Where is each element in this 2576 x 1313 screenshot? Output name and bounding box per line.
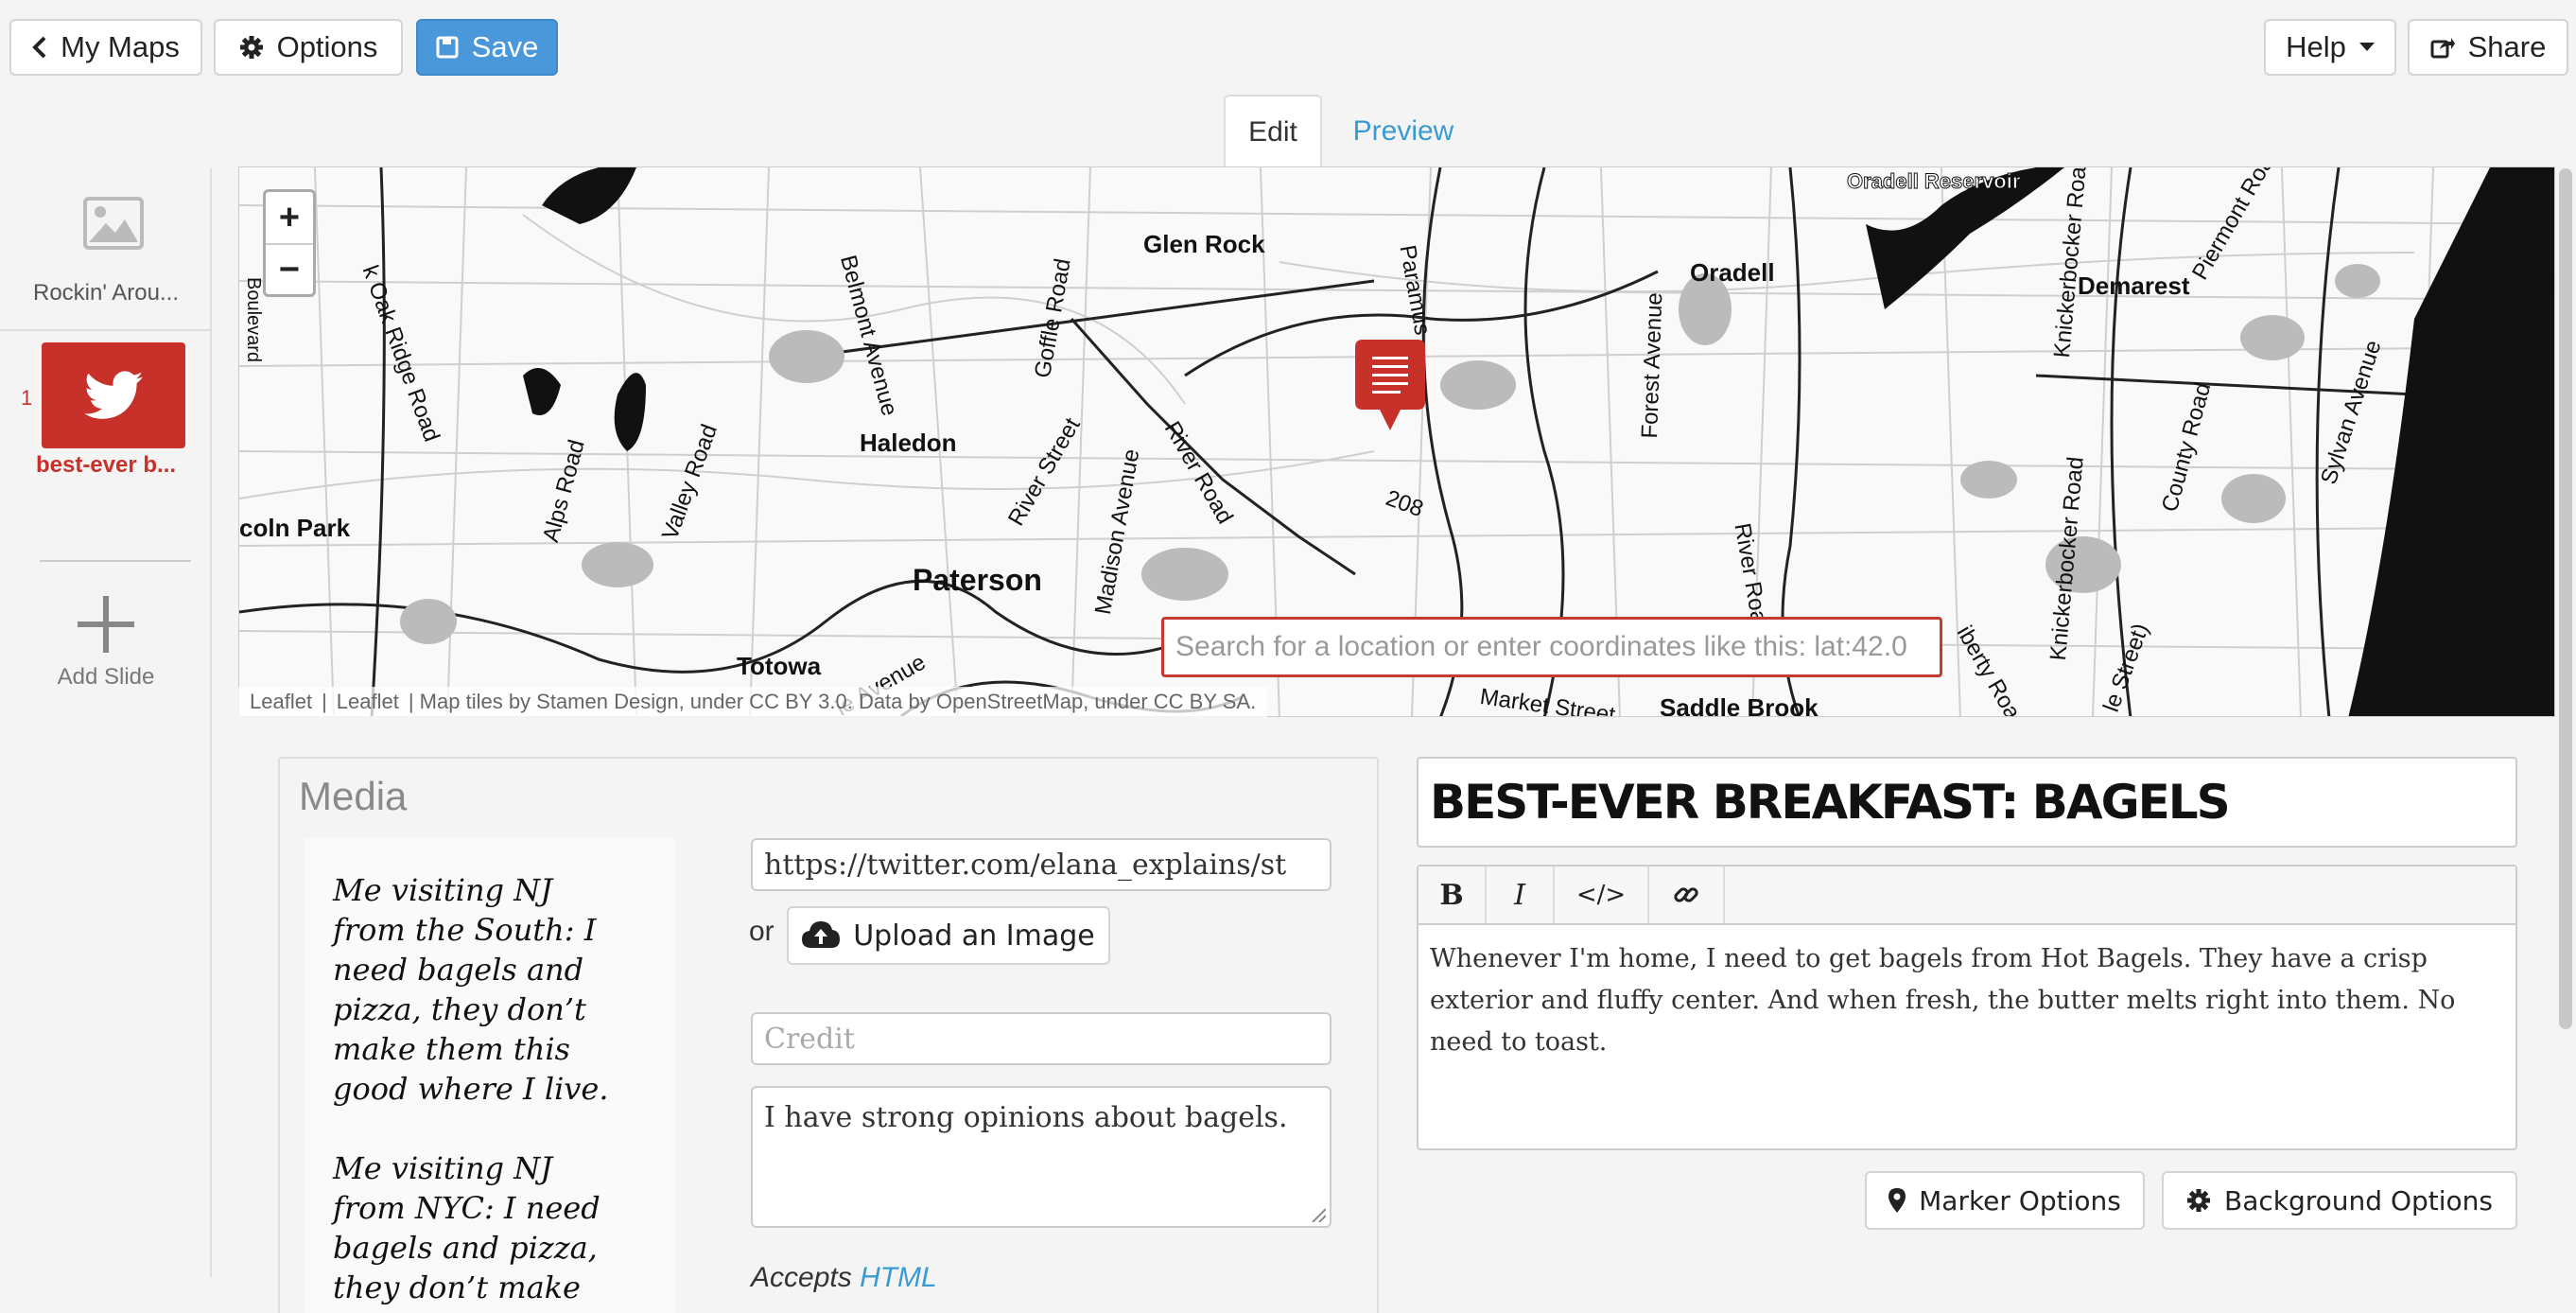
location-search-input[interactable]: Search for a location or enter coordinat… (1161, 617, 1942, 677)
share-icon (2430, 38, 2455, 59)
image-placeholder-icon (83, 197, 144, 250)
upload-image-label: Upload an Image (853, 919, 1095, 953)
options-label: Options (276, 30, 378, 63)
tab-edit-label: Edit (1248, 116, 1297, 148)
chevron-left-icon (32, 36, 46, 59)
title-slide[interactable]: Rockin' Arou... (0, 168, 212, 329)
tweet-preview: Me visiting NJ from the South: I need ba… (305, 838, 675, 1313)
zoom-out-button[interactable]: − (266, 243, 313, 294)
credit-input[interactable]: Credit (751, 1012, 1332, 1065)
plus-icon (78, 596, 134, 653)
slide-label: best-ever b... (35, 452, 177, 478)
slide-item-1[interactable]: 1 best-ever b... (0, 337, 212, 507)
map-marker[interactable] (1355, 340, 1425, 432)
page-scrollbar[interactable] (2559, 168, 2572, 1029)
map-label-glen-rock: Glen Rock (1143, 230, 1265, 258)
twitter-bird-icon (84, 371, 143, 419)
or-label: or (749, 916, 775, 947)
zoom-control: + − (263, 189, 316, 297)
options-button[interactable]: Options (214, 19, 403, 76)
background-options-label: Background Options (2224, 1184, 2493, 1217)
italic-button[interactable]: I (1487, 867, 1555, 923)
tab-edit[interactable]: Edit (1224, 95, 1322, 168)
attribution-leaflet-link[interactable]: Leaflet (250, 690, 312, 714)
share-button[interactable]: Share (2408, 19, 2568, 76)
attribution-tiles-text: | Map tiles by Stamen Design, under CC B… (408, 690, 1257, 713)
map-label-demarest: Demarest (2078, 271, 2190, 300)
rte-toolbar: B I </> (1419, 867, 2515, 925)
help-label: Help (2286, 30, 2346, 63)
tab-preview-label: Preview (1352, 115, 1454, 147)
save-button[interactable]: Save (416, 19, 558, 76)
map-label-yonkers: Yonkers (2420, 457, 2537, 491)
accepts-html-link[interactable]: HTML (860, 1262, 937, 1293)
zoom-in-button[interactable]: + (266, 192, 313, 243)
marker-options-button[interactable]: Marker Options (1865, 1171, 2145, 1230)
tab-preview[interactable]: Preview (1337, 95, 1470, 168)
marker-options-label: Marker Options (1919, 1184, 2121, 1217)
caption-text: I have strong opinions about bagels. (764, 1101, 1288, 1134)
media-heading: Media (299, 774, 408, 818)
caption-textarea[interactable]: I have strong opinions about bagels. (751, 1086, 1332, 1228)
gear-icon (2187, 1189, 2210, 1212)
headline-input[interactable]: BEST-EVER BREAKFAST: BAGELS (1417, 757, 2517, 848)
bold-button[interactable]: B (1419, 867, 1487, 923)
cloud-upload-icon (802, 921, 841, 948)
save-label: Save (471, 30, 539, 63)
link-icon (1674, 887, 1698, 902)
slide-thumbnail (42, 342, 185, 448)
upload-image-button[interactable]: Upload an Image (787, 906, 1110, 965)
slide-sidebar: Rockin' Arou... 1 best-ever b... Add Sli… (0, 168, 212, 1277)
code-button[interactable]: </> (1555, 867, 1649, 923)
street-forest: Forest Avenue (1637, 291, 1668, 439)
map-label-haledon: Haledon (860, 429, 957, 457)
title-slide-label: Rockin' Arou... (33, 280, 179, 306)
sidebar-divider (0, 329, 212, 331)
floppy-disk-icon (436, 36, 459, 59)
share-label: Share (2467, 30, 2547, 63)
rte-body[interactable]: Whenever I'm home, I need to get bagels … (1419, 925, 2515, 1077)
my-maps-button[interactable]: My Maps (9, 19, 202, 76)
caret-down-icon (2358, 43, 2375, 51)
map-pin-icon (1888, 1188, 1906, 1213)
my-maps-label: My Maps (61, 30, 180, 63)
map-label-totowa: Totowa (737, 652, 822, 680)
accepts-note: Accepts HTML (751, 1262, 937, 1294)
background-options-button[interactable]: Background Options (2162, 1171, 2517, 1230)
map-attribution: Leaflet | Leaflet | Map tiles by Stamen … (238, 687, 1268, 717)
add-slide-label: Add Slide (57, 664, 155, 690)
slide-number: 1 (21, 386, 33, 410)
text-marker-icon (1355, 340, 1425, 430)
add-slide-button[interactable]: Add Slide (0, 585, 212, 698)
resize-handle-icon[interactable] (1311, 1207, 1326, 1222)
map-label-oradell-reservoir: Oradell Reservoir (1846, 169, 2021, 194)
tweet-text: Me visiting NJ from the South: I need ba… (333, 872, 609, 1305)
map-label-oradell: Oradell (1690, 258, 1775, 287)
map-label-paterson: Paterson (913, 563, 1042, 597)
map-label-saddle-brook: Saddle Brook (1660, 693, 1819, 717)
street-boulevard: Boulevard (243, 277, 264, 363)
help-button[interactable]: Help (2264, 19, 2396, 76)
attribution-separator: | (322, 690, 327, 713)
attribution-leaflet-link-2[interactable]: Leaflet (337, 690, 399, 714)
gear-icon (239, 36, 263, 59)
accepts-label: Accepts (751, 1262, 852, 1293)
map-label-lincoln-park: coln Park (239, 514, 351, 542)
media-url-input[interactable]: https://twitter.com/elana_explains/st (751, 838, 1332, 891)
sidebar-separator (40, 560, 191, 562)
rich-text-editor: B I </> Whenever I'm home, I need to get… (1417, 865, 2517, 1150)
link-button[interactable] (1649, 867, 1725, 923)
